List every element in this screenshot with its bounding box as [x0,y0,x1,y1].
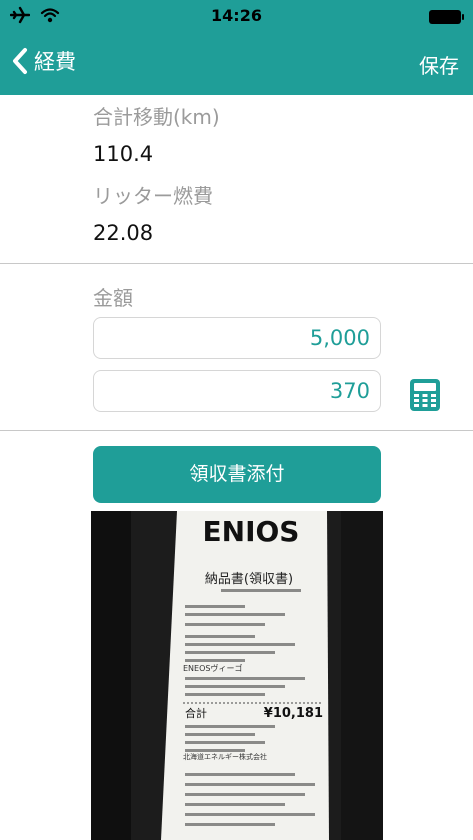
navigation-bar: 経費 保存 [0,34,473,95]
fuel-efficiency-value: 22.08 [93,221,154,245]
amount-field-primary[interactable]: 5,000 [93,317,381,359]
section-divider [0,263,473,264]
amount-value-secondary: 370 [329,379,370,403]
section-divider [0,430,473,431]
save-button[interactable]: 保存 [419,50,459,79]
receipt-total-amount: ¥10,181 [264,706,323,721]
receipt-company: 北海道エネルギー株式会社 [183,752,267,761]
distance-label: 合計移動(km) [93,105,220,129]
receipt-product: ENEOSヴィーゴ [183,663,242,673]
battery-icon [429,10,464,24]
receipt-brand: ENIOS [203,515,300,548]
chevron-left-icon [13,48,27,74]
amount-field-secondary[interactable]: 370 [93,370,381,412]
amount-label: 金額 [93,286,133,310]
back-button-label: 経費 [34,50,76,74]
distance-value: 110.4 [93,142,154,166]
fuel-efficiency-label: リッター燃費 [93,184,213,208]
back-button[interactable]: 経費 [12,46,76,76]
status-time: 14:26 [211,6,262,25]
calculator-icon[interactable] [409,378,441,412]
receipt-photo[interactable]: ENIOS 納品書(領収書) ENEOSヴィーゴ 合計 ¥10,181 北海道エ… [91,511,383,840]
receipt-total-label: 合計 [185,706,207,720]
amount-value-primary: 5,000 [309,326,370,350]
attach-receipt-button[interactable]: 領収書添付 [93,446,381,503]
receipt-doc-title: 納品書(領収書) [205,571,293,587]
receipt-image: ENIOS 納品書(領収書) ENEOSヴィーゴ 合計 ¥10,181 北海道エ… [91,511,383,840]
status-bar: 14:26 [0,0,473,34]
